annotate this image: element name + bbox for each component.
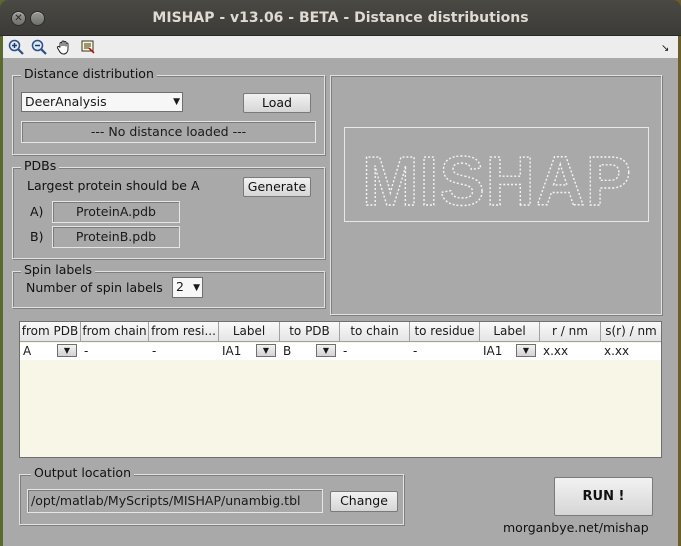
toolbar-dock-arrow-icon[interactable]: ↘ — [661, 41, 669, 57]
spin-label-table: from PDB from chain from resi... Label t… — [19, 321, 662, 458]
table-cell-to-label[interactable]: IA1 ▼ — [480, 343, 540, 360]
table-cell-from-label[interactable]: IA1 ▼ — [219, 343, 280, 360]
table-cell-to-chain[interactable]: - — [340, 343, 410, 360]
column-header[interactable]: to chain — [340, 322, 410, 342]
table-cell-from-residue[interactable]: - — [149, 343, 219, 360]
cell-value: B — [283, 344, 292, 358]
column-header[interactable]: Label — [219, 322, 280, 342]
cell-value: IA1 — [483, 344, 503, 358]
pdb-a-file-field: ProteinA.pdb — [52, 201, 180, 223]
column-header[interactable]: from chain — [81, 322, 149, 342]
chevron-down-icon: ▼ — [173, 97, 180, 107]
column-header[interactable]: from resi... — [149, 322, 219, 342]
pdb-a-label: A) — [30, 204, 44, 219]
generate-button[interactable]: Generate — [243, 177, 311, 197]
chevron-down-icon[interactable]: ▼ — [256, 344, 276, 357]
pdbs-hint-text: Largest protein should be A — [27, 178, 200, 193]
table-cell-from-chain[interactable]: - — [81, 343, 149, 360]
column-header[interactable]: Label — [480, 322, 540, 342]
zoom-out-icon[interactable] — [30, 38, 48, 56]
change-button[interactable]: Change — [330, 491, 398, 512]
table-cell-sr: x.xx — [601, 343, 661, 360]
table-cell-to-residue[interactable]: - — [410, 343, 480, 360]
spin-labels-legend: Spin labels — [21, 263, 95, 277]
column-header[interactable]: from PDB — [20, 322, 81, 342]
chevron-down-icon: ▼ — [193, 282, 200, 293]
zoom-in-icon[interactable] — [7, 38, 25, 56]
pdb-b-file-field: ProteinB.pdb — [52, 226, 180, 248]
window-title: MISHAP - v13.06 - BETA - Distance distri… — [152, 10, 529, 26]
table-cell-to-pdb[interactable]: B ▼ — [280, 343, 340, 360]
output-path-field[interactable]: /opt/matlab/MyScripts/MISHAP/unambig.tbl — [27, 489, 323, 513]
output-location-legend: Output location — [31, 466, 134, 480]
footer-link[interactable]: morganbye.net/mishap — [503, 520, 649, 536]
pdb-b-label: B) — [30, 229, 44, 244]
distance-distribution-panel — [12, 75, 325, 155]
chevron-down-icon[interactable]: ▼ — [516, 344, 536, 357]
logo-text: MISHAP — [362, 142, 632, 220]
column-header[interactable]: to residue — [410, 322, 480, 342]
spin-count-label: Number of spin labels — [26, 280, 163, 295]
column-header[interactable]: s(r) / nm — [601, 322, 661, 342]
distance-method-select[interactable]: DeerAnalysis ▼ — [21, 92, 183, 112]
run-button[interactable]: RUN ! — [554, 477, 653, 516]
cell-value: A — [23, 344, 32, 358]
distance-status-field: --- No distance loaded --- — [21, 121, 316, 143]
spin-count-value: 2 — [176, 279, 184, 294]
data-cursor-icon[interactable] — [79, 38, 97, 56]
spin-count-select[interactable]: 2 ▼ — [172, 277, 203, 298]
chevron-down-icon[interactable]: ▼ — [57, 344, 77, 357]
pan-hand-icon[interactable] — [55, 38, 73, 56]
column-header[interactable]: to PDB — [280, 322, 340, 342]
load-button[interactable]: Load — [243, 93, 311, 113]
table-cell-r: x.xx — [540, 343, 601, 360]
distance-method-value: DeerAnalysis — [25, 94, 107, 109]
distance-distribution-legend: Distance distribution — [21, 67, 157, 81]
cell-value: IA1 — [222, 344, 242, 358]
figure-toolbar — [3, 36, 678, 58]
chevron-down-icon[interactable]: ▼ — [316, 344, 336, 357]
table-cell-from-pdb[interactable]: A ▼ — [20, 343, 81, 360]
pdbs-legend: PDBs — [21, 159, 60, 173]
column-header[interactable]: r / nm — [540, 322, 601, 342]
mishap-logo: MISHAP — [344, 127, 649, 222]
